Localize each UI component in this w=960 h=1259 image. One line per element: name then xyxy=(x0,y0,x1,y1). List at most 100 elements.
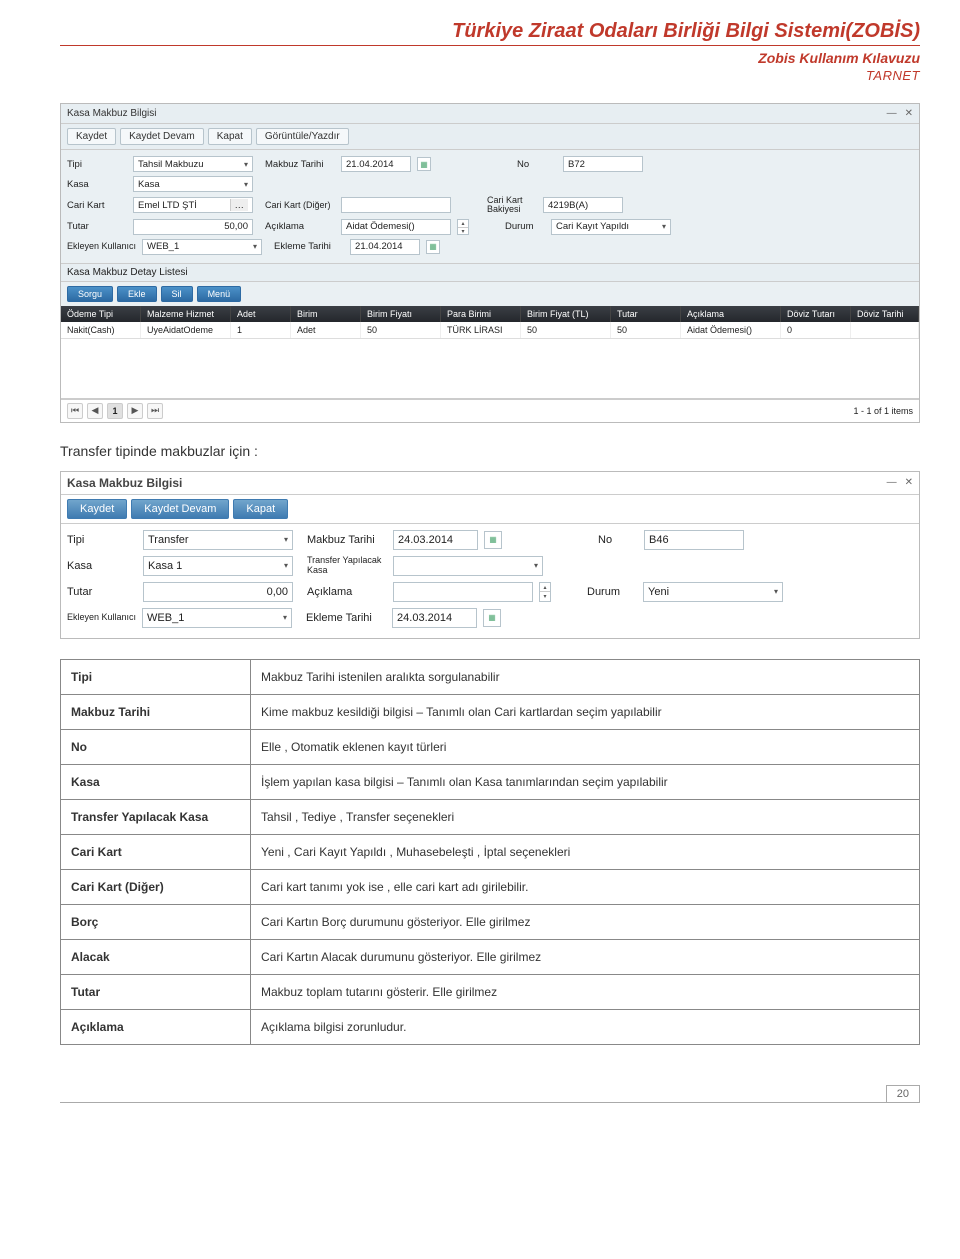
window-minimize-icon[interactable]: — xyxy=(887,108,897,119)
screenshot-1: Kasa Makbuz Bilgisi — ✕ Kaydet Kaydet De… xyxy=(60,103,920,423)
kasa-label: Kasa xyxy=(67,560,137,572)
sil-button[interactable]: Sil xyxy=(161,286,193,302)
field-desc-cell: Elle , Otomatik eklenen kayıt türleri xyxy=(251,729,920,764)
table-row: TutarMakbuz toplam tutarını gösterir. El… xyxy=(61,974,920,1009)
chevron-down-icon: ▾ xyxy=(540,592,550,601)
cari-kart-diger-input[interactable] xyxy=(341,197,451,213)
ekleyen-select[interactable]: WEB_1▾ xyxy=(142,608,292,628)
chevron-down-icon: ▾ xyxy=(662,222,666,231)
tutar-label: Tutar xyxy=(67,586,137,598)
table-row: NoElle , Otomatik eklenen kayıt türleri xyxy=(61,729,920,764)
aciklama-input[interactable]: Aidat Ödemesi() xyxy=(341,219,451,235)
aciklama-label: Açıklama xyxy=(307,586,387,598)
pager-last-button[interactable]: ⏭ xyxy=(147,403,163,419)
screenshot-2: Kasa Makbuz Bilgisi — ✕ Kaydet Kaydet De… xyxy=(60,471,920,639)
chevron-down-icon: ▾ xyxy=(284,561,288,570)
field-name-cell: Kasa xyxy=(61,764,251,799)
chevron-up-icon: ▴ xyxy=(458,220,468,228)
window-close-icon[interactable]: ✕ xyxy=(905,477,913,488)
field-desc-cell: Cari kart tanımı yok ise , elle cari kar… xyxy=(251,869,920,904)
field-name-cell: Alacak xyxy=(61,939,251,974)
cari-kart-input[interactable]: Emel LTD ŞTİ… xyxy=(133,197,253,213)
ekleyen-select[interactable]: WEB_1▾ xyxy=(142,239,262,255)
makbuz-tarihi-input[interactable]: 21.04.2014 xyxy=(341,156,411,172)
pager-next-button[interactable]: ▶ xyxy=(127,403,143,419)
kaydet-devam-button[interactable]: Kaydet Devam xyxy=(131,499,229,519)
no-label: No xyxy=(517,159,557,170)
chevron-down-icon: ▾ xyxy=(284,535,288,544)
ellipsis-icon[interactable]: … xyxy=(230,199,249,211)
no-input[interactable]: B46 xyxy=(644,530,744,550)
kapat-button[interactable]: Kapat xyxy=(208,128,252,145)
makbuz-tarihi-label: Makbuz Tarihi xyxy=(307,534,387,546)
table-row: Cari KartYeni , Cari Kayıt Yapıldı , Muh… xyxy=(61,834,920,869)
window-title: Kasa Makbuz Bilgisi xyxy=(67,108,156,119)
kasa-select[interactable]: Kasa▾ xyxy=(133,176,253,192)
aciklama-label: Açıklama xyxy=(265,221,335,232)
tutar-input[interactable]: 50,00 xyxy=(133,219,253,235)
transfer-kasa-select[interactable]: ▾ xyxy=(393,556,543,576)
field-desc-cell: Makbuz toplam tutarını gösterir. Elle gi… xyxy=(251,974,920,1009)
kaydet-devam-button[interactable]: Kaydet Devam xyxy=(120,128,204,145)
kaydet-button[interactable]: Kaydet xyxy=(67,499,127,519)
tipi-select[interactable]: Tahsil Makbuzu▾ xyxy=(133,156,253,172)
kasa-select[interactable]: Kasa 1▾ xyxy=(143,556,293,576)
cari-kart-label: Cari Kart xyxy=(67,200,127,211)
kasa-label: Kasa xyxy=(67,179,127,190)
page-number: 20 xyxy=(886,1085,920,1102)
window-minimize-icon[interactable]: — xyxy=(887,477,897,488)
calendar-icon[interactable]: ▦ xyxy=(484,531,502,549)
ekleme-tarihi-label: Ekleme Tarihi xyxy=(274,241,344,252)
pager-info: 1 - 1 of 1 items xyxy=(853,406,913,416)
kapat-button[interactable]: Kapat xyxy=(233,499,288,519)
ekleme-tarihi-input[interactable]: 21.04.2014 xyxy=(350,239,420,255)
field-desc-cell: Açıklama bilgisi zorunludur. xyxy=(251,1009,920,1044)
tutar-label: Tutar xyxy=(67,221,127,232)
kaydet-button[interactable]: Kaydet xyxy=(67,128,116,145)
goruntule-yazdir-button[interactable]: Görüntüle/Yazdır xyxy=(256,128,349,145)
field-name-cell: Cari Kart xyxy=(61,834,251,869)
field-name-cell: Transfer Yapılacak Kasa xyxy=(61,799,251,834)
table-row: AlacakCari Kartın Alacak durumunu göster… xyxy=(61,939,920,974)
makbuz-tarihi-label: Makbuz Tarihi xyxy=(265,159,335,170)
doc-subtitle: Zobis Kullanım Kılavuzu xyxy=(60,50,920,66)
grid-header: Ödeme Tipi Malzeme Hizmet Adet Birim Bir… xyxy=(61,306,919,322)
table-row: TipiMakbuz Tarihi istenilen aralıkta sor… xyxy=(61,659,920,694)
ekleme-tarihi-input[interactable]: 24.03.2014 xyxy=(392,608,477,628)
aciklama-spinner[interactable]: ▴▾ xyxy=(457,219,469,235)
cari-kart-diger-label: Cari Kart (Diğer) xyxy=(265,201,335,210)
durum-select[interactable]: Cari Kayıt Yapıldı▾ xyxy=(551,219,671,235)
grid-row[interactable]: Nakit(Cash) UyeAidatOdeme 1 Adet 50 TÜRK… xyxy=(61,322,919,339)
field-name-cell: Tipi xyxy=(61,659,251,694)
aciklama-spinner[interactable]: ▴▾ xyxy=(539,582,551,602)
tipi-label: Tipi xyxy=(67,534,137,546)
pager-page-current[interactable]: 1 xyxy=(107,403,123,419)
chevron-down-icon: ▾ xyxy=(244,180,248,189)
aciklama-input[interactable] xyxy=(393,582,533,602)
field-desc-cell: Yeni , Cari Kayıt Yapıldı , Muhasebeleşt… xyxy=(251,834,920,869)
table-row: Kasaİşlem yapılan kasa bilgisi – Tanımlı… xyxy=(61,764,920,799)
chevron-up-icon: ▴ xyxy=(540,583,550,593)
field-name-cell: Açıklama xyxy=(61,1009,251,1044)
pager-prev-button[interactable]: ◀ xyxy=(87,403,103,419)
ekle-button[interactable]: Ekle xyxy=(117,286,157,302)
pager-first-button[interactable]: ⏮ xyxy=(67,403,83,419)
doc-title: Türkiye Ziraat Odaları Birliği Bilgi Sis… xyxy=(60,20,920,46)
durum-select[interactable]: Yeni▾ xyxy=(643,582,783,602)
field-desc-cell: İşlem yapılan kasa bilgisi – Tanımlı ola… xyxy=(251,764,920,799)
chevron-down-icon: ▾ xyxy=(458,228,468,235)
sorgu-button[interactable]: Sorgu xyxy=(67,286,113,302)
field-name-cell: Borç xyxy=(61,904,251,939)
menu-button[interactable]: Menü xyxy=(197,286,242,302)
makbuz-tarihi-input[interactable]: 24.03.2014 xyxy=(393,530,478,550)
window-close-icon[interactable]: ✕ xyxy=(905,108,913,119)
durum-label: Durum xyxy=(587,586,637,598)
chevron-down-icon: ▾ xyxy=(253,242,257,251)
calendar-icon[interactable]: ▦ xyxy=(483,609,501,627)
table-row: Transfer Yapılacak KasaTahsil , Tediye ,… xyxy=(61,799,920,834)
calendar-icon[interactable]: ▦ xyxy=(417,157,431,171)
calendar-icon[interactable]: ▦ xyxy=(426,240,440,254)
tutar-input[interactable]: 0,00 xyxy=(143,582,293,602)
tipi-select[interactable]: Transfer▾ xyxy=(143,530,293,550)
no-input[interactable]: B72 xyxy=(563,156,643,172)
